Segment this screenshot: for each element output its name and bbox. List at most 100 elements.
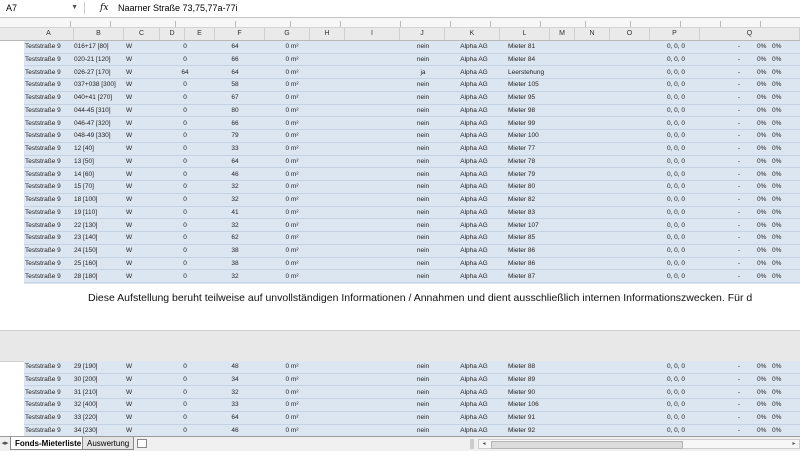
- cell-street[interactable]: Teststraße 9: [25, 361, 61, 373]
- cell-type[interactable]: W: [126, 361, 132, 373]
- cell-e[interactable]: 0: [176, 245, 194, 257]
- cell-f[interactable]: 33: [225, 399, 245, 411]
- cell-e[interactable]: 0: [176, 54, 194, 66]
- cell-q3[interactable]: 0%: [772, 387, 781, 399]
- column-header-d[interactable]: D: [160, 28, 185, 40]
- cell-l[interactable]: Mieter 77: [508, 143, 535, 155]
- cell-q3[interactable]: 0%: [772, 399, 781, 411]
- cell-unit[interactable]: 23 [140]: [74, 232, 98, 244]
- cell-p[interactable]: 0, 0, 0: [658, 220, 694, 232]
- cell-q1[interactable]: -: [735, 271, 743, 283]
- cell-street[interactable]: Teststraße 9: [25, 425, 61, 437]
- cell-q2[interactable]: 0%: [757, 245, 766, 257]
- cell-j[interactable]: nein: [412, 118, 434, 130]
- cell-type[interactable]: W: [126, 374, 132, 386]
- cell-type[interactable]: W: [126, 220, 132, 232]
- cell-j[interactable]: nein: [412, 194, 434, 206]
- cell-type[interactable]: W: [126, 271, 132, 283]
- cell-q1[interactable]: -: [735, 194, 743, 206]
- cell-type[interactable]: W: [126, 41, 132, 53]
- cell-j[interactable]: nein: [412, 245, 434, 257]
- column-header-f[interactable]: F: [215, 28, 265, 40]
- cell-unit[interactable]: 30 [200]: [74, 374, 98, 386]
- cell-g[interactable]: 0 m²: [280, 245, 304, 257]
- cell-q2[interactable]: 0%: [757, 387, 766, 399]
- cell-q1[interactable]: -: [735, 118, 743, 130]
- cell-p[interactable]: 0, 0, 0: [658, 271, 694, 283]
- cell-q2[interactable]: 0%: [757, 232, 766, 244]
- cell-unit[interactable]: 040+41 [270]: [74, 92, 112, 104]
- cell-e[interactable]: 0: [176, 118, 194, 130]
- cell-p[interactable]: 0, 0, 0: [658, 54, 694, 66]
- cell-l[interactable]: Mieter 83: [508, 207, 535, 219]
- cell-type[interactable]: W: [126, 399, 132, 411]
- cell-street[interactable]: Teststraße 9: [25, 143, 61, 155]
- cell-l[interactable]: Mieter 87: [508, 271, 535, 283]
- cell-type[interactable]: W: [126, 118, 132, 130]
- cell-k[interactable]: Alpha AG: [454, 105, 494, 117]
- cell-q2[interactable]: 0%: [757, 220, 766, 232]
- cell-q1[interactable]: -: [735, 105, 743, 117]
- cell-k[interactable]: Alpha AG: [454, 220, 494, 232]
- new-sheet-icon[interactable]: [137, 439, 147, 448]
- cell-type[interactable]: W: [126, 79, 132, 91]
- function-icon[interactable]: fx: [100, 1, 108, 15]
- cell-q1[interactable]: -: [735, 399, 743, 411]
- cell-type[interactable]: W: [126, 67, 132, 79]
- cell-q2[interactable]: 0%: [757, 92, 766, 104]
- cell-g[interactable]: 0 m²: [280, 271, 304, 283]
- cell-p[interactable]: 0, 0, 0: [658, 232, 694, 244]
- cell-q1[interactable]: -: [735, 232, 743, 244]
- cell-q1[interactable]: -: [735, 258, 743, 270]
- column-header-k[interactable]: K: [445, 28, 500, 40]
- cell-unit[interactable]: 020-21 [120]: [74, 54, 111, 66]
- column-header-g[interactable]: G: [265, 28, 310, 40]
- cell-k[interactable]: Alpha AG: [454, 181, 494, 193]
- cell-unit[interactable]: 016+17 [80]: [74, 41, 109, 53]
- cell-g[interactable]: 0 m²: [280, 156, 304, 168]
- cell-q3[interactable]: 0%: [772, 207, 781, 219]
- cell-l[interactable]: Mieter 95: [508, 92, 535, 104]
- cell-q3[interactable]: 0%: [772, 245, 781, 257]
- cell-p[interactable]: 0, 0, 0: [658, 245, 694, 257]
- cell-f[interactable]: 32: [225, 181, 245, 193]
- cell-e[interactable]: 0: [176, 361, 194, 373]
- cell-street[interactable]: Teststraße 9: [25, 412, 61, 424]
- cell-q3[interactable]: 0%: [772, 425, 781, 437]
- column-header-b[interactable]: B: [74, 28, 124, 40]
- cell-q2[interactable]: 0%: [757, 41, 766, 53]
- cell-q3[interactable]: 0%: [772, 143, 781, 155]
- cell-f[interactable]: 66: [225, 54, 245, 66]
- cell-q1[interactable]: -: [735, 245, 743, 257]
- cell-q2[interactable]: 0%: [757, 169, 766, 181]
- cell-q3[interactable]: 0%: [772, 374, 781, 386]
- cell-unit[interactable]: 12 [40]: [74, 143, 94, 155]
- cell-f[interactable]: 64: [225, 156, 245, 168]
- cell-l[interactable]: Mieter 98: [508, 105, 535, 117]
- cell-q2[interactable]: 0%: [757, 399, 766, 411]
- cell-l[interactable]: Mieter 81: [508, 41, 535, 53]
- cell-q2[interactable]: 0%: [757, 156, 766, 168]
- cell-q1[interactable]: -: [735, 181, 743, 193]
- cell-l[interactable]: Mieter 78: [508, 156, 535, 168]
- cell-j[interactable]: nein: [412, 399, 434, 411]
- cell-q3[interactable]: 0%: [772, 79, 781, 91]
- cell-e[interactable]: 0: [176, 130, 194, 142]
- cell-q2[interactable]: 0%: [757, 258, 766, 270]
- cell-street[interactable]: Teststraße 9: [25, 245, 61, 257]
- column-header-e[interactable]: E: [185, 28, 215, 40]
- cell-j[interactable]: ja: [412, 67, 434, 79]
- cell-street[interactable]: Teststraße 9: [25, 169, 61, 181]
- cell-l[interactable]: Mieter 80: [508, 181, 535, 193]
- cell-f[interactable]: 41: [225, 207, 245, 219]
- name-box[interactable]: A7 ▼: [2, 1, 80, 15]
- cell-k[interactable]: Alpha AG: [454, 194, 494, 206]
- cell-unit[interactable]: 22 [130]: [74, 220, 98, 232]
- cell-q1[interactable]: -: [735, 143, 743, 155]
- cell-street[interactable]: Teststraße 9: [25, 156, 61, 168]
- cell-e[interactable]: 0: [176, 92, 194, 104]
- cell-k[interactable]: Alpha AG: [454, 207, 494, 219]
- cell-q3[interactable]: 0%: [772, 130, 781, 142]
- cell-e[interactable]: 0: [176, 232, 194, 244]
- cell-p[interactable]: 0, 0, 0: [658, 41, 694, 53]
